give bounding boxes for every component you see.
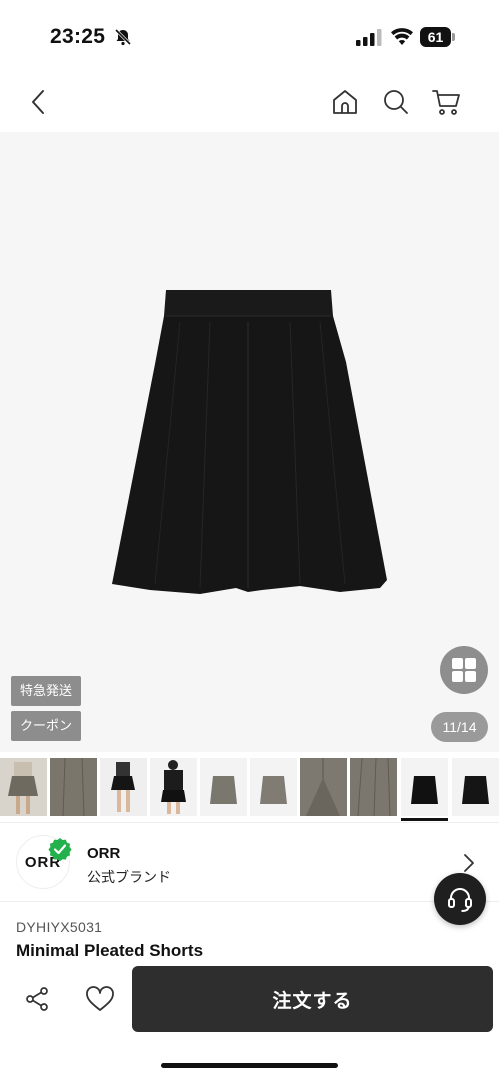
thumbnail-strip[interactable] <box>0 754 499 822</box>
thumbnail[interactable] <box>452 758 499 816</box>
express-shipping-tag: 特急発送 <box>11 676 82 706</box>
favorite-button[interactable] <box>84 984 116 1014</box>
gallery-grid-button[interactable] <box>440 646 488 694</box>
thumbnail[interactable] <box>100 758 147 816</box>
signal-icon <box>356 29 382 46</box>
thumbnail[interactable] <box>0 758 47 816</box>
coupon-tag[interactable]: クーポン <box>11 711 82 741</box>
verified-badge-icon <box>48 838 72 861</box>
battery-tip <box>452 33 455 41</box>
headset-icon <box>448 888 472 912</box>
thumbnail[interactable] <box>150 758 197 816</box>
thumbnail[interactable] <box>200 758 247 816</box>
chevron-left-icon <box>32 90 44 114</box>
home-icon <box>333 90 357 114</box>
chevron-right-icon <box>464 854 474 872</box>
brand-subtitle: 公式ブランド <box>87 869 171 885</box>
product-image-gallery[interactable]: 特急発送 クーポン 11/14 <box>0 132 499 752</box>
status-bar: 23:25 61 <box>0 0 499 72</box>
thumbnail[interactable] <box>250 758 297 816</box>
battery-indicator: 61 <box>420 27 456 47</box>
order-button[interactable]: 注文する <box>132 966 493 1032</box>
heart-icon <box>86 986 114 1011</box>
bottom-action-bar: 注文する <box>0 962 499 1042</box>
nav-bar <box>0 72 499 132</box>
thumbnail-active[interactable] <box>401 758 448 816</box>
status-time: 23:25 <box>50 25 106 48</box>
brand-name: ORR <box>87 845 121 862</box>
home-button[interactable] <box>327 84 363 120</box>
product-code: DYHIYX5031 <box>16 919 103 935</box>
home-indicator <box>161 1063 338 1068</box>
thumbnail[interactable] <box>350 758 397 816</box>
thumbnail[interactable] <box>50 758 97 816</box>
wifi-icon <box>391 28 413 45</box>
thumbnail[interactable] <box>300 758 347 816</box>
search-icon <box>384 90 408 114</box>
image-counter: 11/14 <box>431 712 488 742</box>
brand-row[interactable]: ORR ORR 公式ブランド <box>0 822 499 902</box>
bell-muted-icon <box>114 28 132 46</box>
grid-icon <box>452 658 476 682</box>
back-button[interactable] <box>20 84 56 120</box>
share-icon <box>26 987 48 1011</box>
product-image <box>112 290 387 594</box>
share-button[interactable] <box>22 984 52 1014</box>
battery-level: 61 <box>420 27 451 47</box>
cart-icon <box>432 90 460 115</box>
thumbnail-active-indicator <box>401 818 448 821</box>
customer-support-button[interactable] <box>434 873 486 925</box>
product-title: Minimal Pleated Shorts <box>16 941 204 960</box>
cart-button[interactable] <box>428 84 464 120</box>
search-button[interactable] <box>378 84 414 120</box>
